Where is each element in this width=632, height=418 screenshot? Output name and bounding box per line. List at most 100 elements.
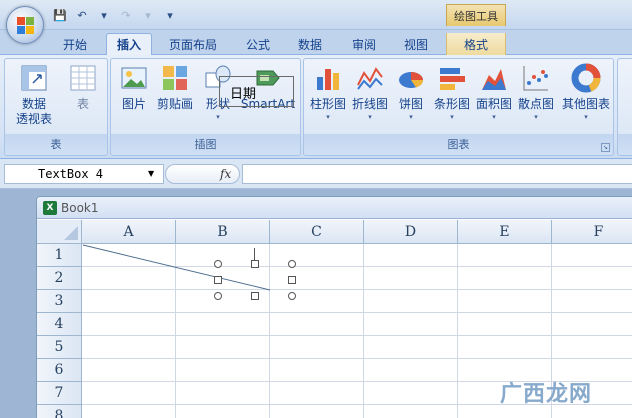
select-all-triangle-icon xyxy=(64,226,78,240)
tab-page-layout[interactable]: 页面布局 xyxy=(160,33,226,55)
row-header-1[interactable]: 1 xyxy=(37,244,82,267)
pie-chart-button[interactable]: 饼图 ▾ xyxy=(394,63,428,122)
other-charts-button[interactable]: 其他图表 ▾ xyxy=(560,63,612,122)
pie-chart-icon xyxy=(396,63,426,93)
row-header-8[interactable]: 8 xyxy=(37,405,82,418)
name-box-dropdown-icon[interactable]: ▼ xyxy=(148,169,154,178)
area-chart-label: 面积图 xyxy=(475,97,512,111)
pivot-table-icon xyxy=(19,63,49,93)
charts-dialog-launcher-icon[interactable]: ↘ xyxy=(601,143,610,152)
ribbon: 数据 透视表 表 表 图片 剪贴画 形状 ▾ SmartArt 插图 柱形图 ▾… xyxy=(0,55,632,159)
line-chart-icon xyxy=(355,63,385,93)
column-header-e[interactable]: E xyxy=(458,220,552,244)
resize-handle-bottom[interactable] xyxy=(251,292,259,300)
undo-dropdown-icon[interactable]: ▾ xyxy=(96,7,112,23)
office-logo-icon xyxy=(17,17,34,34)
bar-chart-dropdown-icon: ▾ xyxy=(450,113,454,121)
excel-icon: X xyxy=(43,200,57,215)
line-chart-button[interactable]: 折线图 ▾ xyxy=(350,63,390,122)
area-chart-button[interactable]: 面积图 ▾ xyxy=(474,63,514,122)
group-illustrations: 图片 剪贴画 形状 ▾ SmartArt 插图 xyxy=(110,58,301,156)
row-header-4[interactable]: 4 xyxy=(37,313,82,336)
row-header-3[interactable]: 3 xyxy=(37,290,82,313)
scatter-chart-dropdown-icon: ▾ xyxy=(534,113,538,121)
column-header-a[interactable]: A xyxy=(82,220,176,244)
resize-handle-bottom-right[interactable] xyxy=(288,292,296,300)
customize-qat-icon[interactable]: ▾ xyxy=(162,7,178,23)
tab-home[interactable]: 开始 xyxy=(52,33,98,55)
other-charts-dropdown-icon: ▾ xyxy=(584,113,588,121)
column-chart-icon xyxy=(313,63,343,93)
group-charts: 柱形图 ▾ 折线图 ▾ 饼图 ▾ 条形图 ▾ 面积图 ▾ 散点图 ▾ 其他图表 … xyxy=(303,58,614,156)
area-chart-icon xyxy=(479,63,509,93)
pivot-table-button[interactable]: 数据 透视表 xyxy=(11,63,57,127)
quick-access-toolbar: 💾 ↶ ▾ ↷ ▾ ▾ xyxy=(52,7,178,23)
ribbon-tab-bar: 开始 插入 页面布局 公式 数据 审阅 视图 格式 xyxy=(0,30,632,55)
rotation-handle-stem xyxy=(254,248,255,260)
other-charts-label: 其他图表 xyxy=(561,97,610,111)
resize-handle-top-left[interactable] xyxy=(214,260,222,268)
row-header-5[interactable]: 5 xyxy=(37,336,82,359)
bar-chart-button[interactable]: 条形图 ▾ xyxy=(432,63,472,122)
tab-format[interactable]: 格式 xyxy=(446,33,506,55)
drawing-tools-context-title: 绘图工具 xyxy=(446,4,506,26)
tab-view[interactable]: 视图 xyxy=(394,33,438,55)
resize-handle-top[interactable] xyxy=(251,260,259,268)
bar-chart-label: 条形图 xyxy=(433,97,470,111)
tab-review[interactable]: 审阅 xyxy=(342,33,386,55)
doughnut-chart-icon xyxy=(571,63,601,93)
resize-handle-top-right[interactable] xyxy=(288,260,296,268)
undo-icon[interactable]: ↶ xyxy=(74,7,90,23)
watermark: 广西龙网 xyxy=(500,382,593,407)
resize-handle-bottom-left[interactable] xyxy=(214,292,222,300)
clipart-label: 剪贴画 xyxy=(156,97,193,111)
textbox-text[interactable]: 日期 xyxy=(230,83,256,102)
table-icon xyxy=(68,63,98,93)
formula-input[interactable] xyxy=(242,164,632,184)
column-chart-button[interactable]: 柱形图 ▾ xyxy=(308,63,348,122)
column-header-b[interactable]: B xyxy=(176,220,270,244)
workbook-title-bar: X Book1 xyxy=(37,197,632,219)
group-partial-next xyxy=(617,58,632,156)
group-illustrations-label: 插图 xyxy=(194,138,217,151)
save-icon[interactable]: 💾 xyxy=(52,7,68,23)
selected-textbox[interactable]: 日期 xyxy=(219,76,294,107)
tab-formulas[interactable]: 公式 xyxy=(236,33,280,55)
clipart-button[interactable]: 剪贴画 xyxy=(155,63,195,112)
formula-bar: TextBox 4 ▼ fx xyxy=(0,159,632,189)
redo-dropdown-icon[interactable]: ▾ xyxy=(140,7,156,23)
row-header-6[interactable]: 6 xyxy=(37,359,82,382)
row-header-2[interactable]: 2 xyxy=(37,267,82,290)
scatter-chart-button[interactable]: 散点图 ▾ xyxy=(516,63,556,122)
workbook-title: Book1 xyxy=(61,200,99,215)
column-header-f[interactable]: F xyxy=(552,220,632,244)
column-header-c[interactable]: C xyxy=(270,220,364,244)
name-box[interactable]: TextBox 4 xyxy=(4,164,164,184)
line-chart-label: 折线图 xyxy=(351,97,388,111)
shapes-dropdown-icon: ▾ xyxy=(216,113,220,121)
resize-handle-left[interactable] xyxy=(214,276,222,284)
scatter-chart-icon xyxy=(521,63,551,93)
scatter-chart-label: 散点图 xyxy=(517,97,554,111)
column-chart-dropdown-icon: ▾ xyxy=(326,113,330,121)
row-header-7[interactable]: 7 xyxy=(37,382,82,405)
title-bar: 💾 ↶ ▾ ↷ ▾ ▾ 绘图工具 xyxy=(0,0,632,30)
picture-label: 图片 xyxy=(121,97,146,111)
pivot-table-label-1: 数据 xyxy=(21,97,46,111)
office-button[interactable] xyxy=(6,6,44,44)
pivot-table-label-2: 透视表 xyxy=(15,112,52,126)
insert-function-icon[interactable]: fx xyxy=(220,167,231,181)
tab-data[interactable]: 数据 xyxy=(288,33,332,55)
redo-icon[interactable]: ↷ xyxy=(118,7,134,23)
picture-button[interactable]: 图片 xyxy=(117,63,151,112)
resize-handle-right[interactable] xyxy=(288,276,296,284)
column-chart-label: 柱形图 xyxy=(309,97,346,111)
select-all-button[interactable] xyxy=(37,220,82,244)
column-header-d[interactable]: D xyxy=(364,220,458,244)
tab-insert[interactable]: 插入 xyxy=(106,33,152,55)
group-tables-label: 表 xyxy=(50,138,62,151)
clipart-icon xyxy=(160,63,190,93)
picture-icon xyxy=(119,63,149,93)
table-button[interactable]: 表 xyxy=(65,63,101,112)
area-chart-dropdown-icon: ▾ xyxy=(492,113,496,121)
